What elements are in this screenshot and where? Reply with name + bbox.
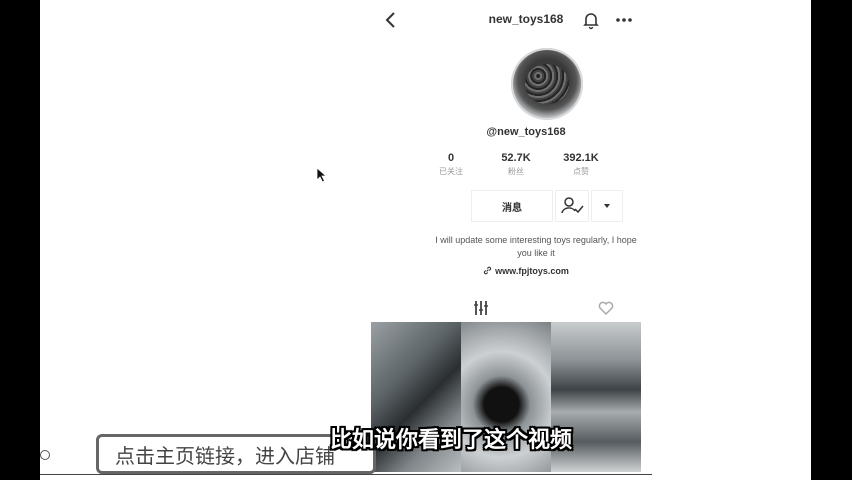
stat-likes[interactable]: 392.1K 点赞 (551, 152, 611, 177)
link-icon (484, 266, 492, 275)
add-person-icon (561, 197, 584, 214)
screen-canvas: new_toys168 @new_toys168 0 已关注 52.7K 粉丝 … (40, 0, 811, 480)
stat-following[interactable]: 0 已关注 (421, 152, 481, 177)
website-link[interactable]: www.fpjtoys.com (371, 266, 681, 276)
more-options-button[interactable] (591, 190, 623, 222)
stat-value: 0 (447, 152, 455, 164)
videos-tab-icon[interactable] (471, 298, 491, 318)
stat-value: 52.7K (501, 152, 531, 164)
avatar[interactable] (511, 48, 583, 120)
follow-button[interactable] (555, 190, 589, 222)
stat-value: 392.1K (563, 152, 599, 164)
video-subtitle: 比如说你看到了这个视频 (330, 428, 573, 453)
bell-icon[interactable] (581, 10, 601, 30)
more-icon[interactable] (613, 10, 635, 30)
liked-tab-icon[interactable] (596, 298, 616, 318)
dropdown-icon (604, 204, 610, 208)
circle-marker (40, 450, 50, 460)
message-button[interactable]: 消息 (471, 190, 553, 222)
profile-stats: 0 已关注 52.7K 粉丝 392.1K 点赞 (439, 152, 641, 182)
divider-line (40, 474, 652, 475)
stat-label: 点赞 (573, 167, 589, 176)
mouse-cursor-icon (316, 167, 328, 183)
website-text: www.fpjtoys.com (495, 266, 569, 276)
stat-label: 粉丝 (508, 167, 524, 176)
stat-followers[interactable]: 52.7K 粉丝 (486, 152, 546, 177)
profile-bio: I will update some interesting toys regu… (435, 235, 637, 258)
stat-label: 已关注 (439, 167, 463, 176)
profile-handle: @new_toys168 (486, 126, 566, 138)
profile-page: new_toys168 @new_toys168 0 已关注 52.7K 粉丝 … (371, 0, 681, 480)
